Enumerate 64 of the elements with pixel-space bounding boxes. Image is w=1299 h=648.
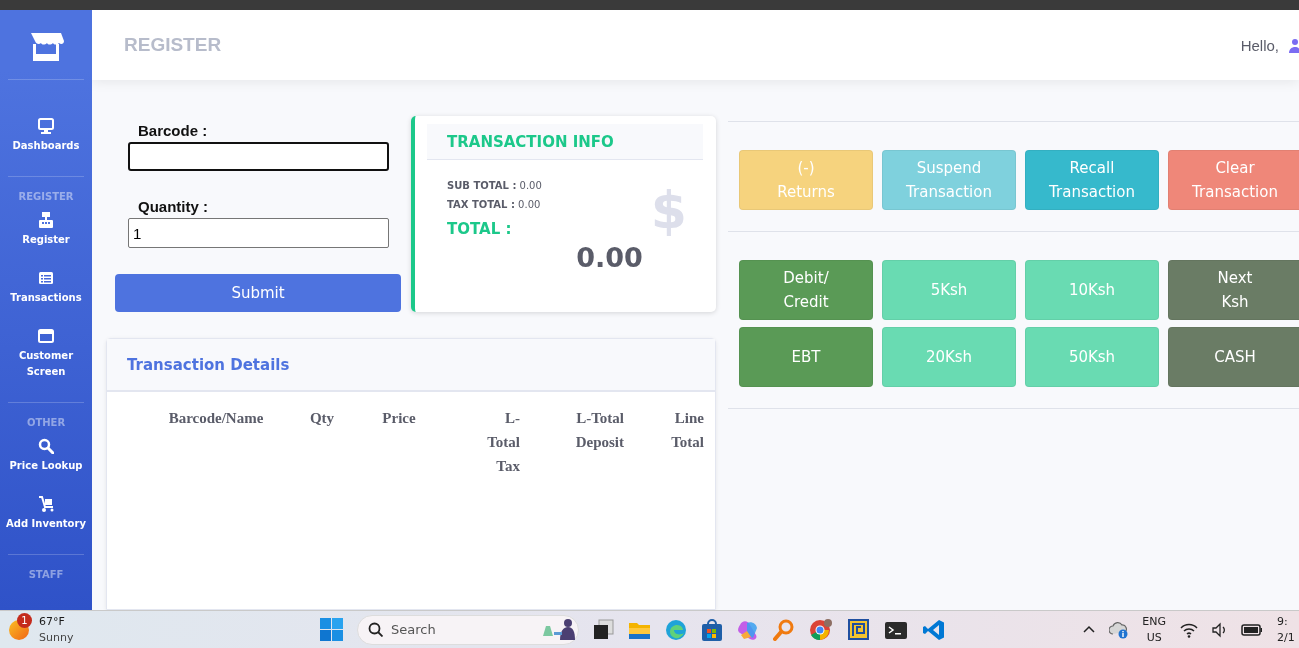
action-button[interactable]: Next Ksh	[1168, 260, 1299, 320]
assistant-icon[interactable]	[737, 618, 759, 641]
monitor-icon[interactable]	[38, 118, 54, 134]
card-title: Transaction Details	[127, 355, 290, 374]
window-icon[interactable]	[38, 328, 54, 344]
section-heading: REGISTER	[18, 191, 74, 202]
list-icon[interactable]	[38, 270, 54, 286]
code-editor-icon[interactable]	[922, 618, 945, 641]
task-view-icon[interactable]	[593, 619, 614, 640]
column-header: Line Total	[671, 409, 704, 452]
action-button[interactable]: Recall Transaction	[1025, 150, 1159, 210]
sidebar-link[interactable]: Register	[22, 232, 70, 248]
sidebar-link[interactable]: Price Lookup	[9, 458, 83, 474]
temperature-text: 67°F	[39, 613, 66, 630]
clock-text: 2/1	[1277, 629, 1296, 646]
page-title: REGISTER	[124, 34, 222, 56]
action-button[interactable]: CASH	[1168, 327, 1299, 387]
sidebar-link[interactable]: Transactions	[10, 290, 82, 306]
battery-icon[interactable]	[1241, 623, 1263, 636]
sidebar-link[interactable]: Customer Screen	[4, 348, 88, 380]
card-title: TRANSACTION INFO	[447, 132, 614, 151]
action-button[interactable]: Debit/ Credit	[739, 260, 873, 320]
column-header: L-Total Deposit	[575, 409, 624, 452]
total-amount: 0.00	[576, 242, 643, 273]
action-button[interactable]: EBT	[739, 327, 873, 387]
language-text: ENG	[1142, 613, 1166, 630]
section-heading: STAFF	[28, 569, 64, 580]
store-bag-icon[interactable]	[701, 618, 723, 641]
greeting-text: Hello,	[1240, 36, 1279, 54]
dollar-icon: $	[650, 184, 687, 236]
total-line: SUB TOTAL : 0.00	[447, 180, 543, 191]
chrome-browser-icon[interactable]	[809, 618, 833, 641]
input-field[interactable]	[128, 142, 389, 171]
sidebar-link[interactable]: Add Inventory	[6, 516, 86, 532]
field-label: Quantity :	[138, 198, 209, 215]
language-text: US	[1146, 629, 1162, 646]
volume-icon[interactable]	[1212, 621, 1227, 638]
windows-start-icon[interactable]	[320, 618, 343, 641]
user-icon[interactable]	[1287, 37, 1299, 53]
search-field[interactable]: Search	[357, 614, 579, 645]
search-icon	[368, 622, 383, 637]
sidebar-link[interactable]: Dashboards	[12, 138, 80, 154]
action-button[interactable]: Clear Transaction	[1168, 150, 1299, 210]
scientist-figure-icon	[542, 618, 578, 641]
field-label: Barcode :	[138, 122, 209, 139]
column-header: Price	[381, 409, 417, 428]
cloud-info-icon[interactable]	[1109, 620, 1129, 639]
column-header: Qty	[308, 409, 336, 428]
clock-text: 9:	[1277, 613, 1289, 630]
wifi-icon[interactable]	[1180, 621, 1198, 638]
hand-truck-icon[interactable]	[38, 496, 54, 512]
app-icon[interactable]	[847, 618, 870, 641]
total-label: TOTAL :	[447, 220, 513, 238]
section-heading: OTHER	[26, 417, 66, 428]
input-field[interactable]: 1	[128, 218, 389, 248]
submit-button[interactable]: Submit	[115, 274, 401, 312]
search-icon[interactable]	[38, 438, 54, 454]
weather-text: Sunny	[39, 629, 74, 646]
notification-badge: 1	[17, 612, 32, 628]
column-header: Barcode/Name	[167, 409, 265, 428]
column-header: L-Total Tax	[487, 409, 520, 476]
total-line: TAX TOTAL : 0.00	[447, 199, 542, 210]
chevron-up-icon[interactable]	[1083, 625, 1096, 634]
cash-register-icon[interactable]	[38, 212, 54, 228]
